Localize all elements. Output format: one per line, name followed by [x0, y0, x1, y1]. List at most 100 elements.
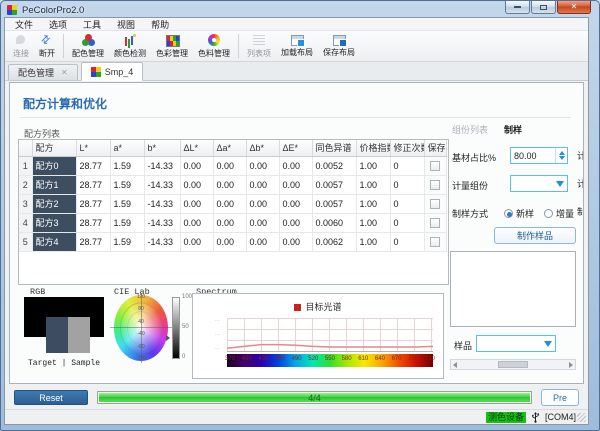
toolbar-button-disconnect[interactable]: 断开	[34, 31, 60, 61]
recipe-name-cell[interactable]: 配方1	[32, 175, 76, 194]
close-button[interactable]: ✕	[557, 1, 591, 14]
toolbar-button-connect[interactable]: 连接	[8, 31, 34, 61]
window-frame-bottom	[1, 425, 599, 430]
maximize-button[interactable]	[531, 1, 556, 14]
wavelength-tick-label: 580	[342, 356, 352, 362]
toolbar-button-save-layout[interactable]: 保存布局	[318, 31, 360, 61]
toolbar-button-load-layout[interactable]: 加载布局	[276, 31, 318, 61]
make-mode-label: 制样方式	[452, 207, 488, 220]
recipe-table-container: 配方 L* a* b* ΔL* Δa* Δb* ΔE* 同色异谱 价格指数 修正…	[18, 139, 449, 285]
value-cell: 0.00	[213, 156, 246, 175]
reset-button[interactable]: Reset	[14, 390, 88, 405]
table-row[interactable]: 1 配方0 28.77 1.59 -14.33 0.00 0.00 0.00 0…	[19, 156, 446, 175]
value-cell: 0.00	[213, 232, 246, 251]
column-header: 保存	[424, 140, 446, 156]
toolbar-separator	[238, 34, 239, 58]
recipe-name-cell[interactable]: 配方0	[32, 156, 76, 175]
save-cell	[424, 213, 446, 232]
scroll-left-icon[interactable]	[453, 362, 457, 368]
menu-bar: 文件选项工具视图帮助	[5, 18, 588, 31]
legend-swatch	[294, 304, 301, 311]
menu-item[interactable]: 视图	[109, 18, 143, 31]
stepper-arrows[interactable]	[555, 148, 567, 163]
value-cell: 0.00	[213, 175, 246, 194]
recipe-name-cell[interactable]: 配方2	[32, 194, 76, 213]
row-index: 4	[19, 213, 32, 232]
menu-item[interactable]: 工具	[75, 18, 109, 31]
toolbar-button-color-match[interactable]: 配色管理	[67, 31, 109, 61]
tab-make-sample[interactable]: 制样	[504, 123, 522, 136]
value-cell: 0.00	[213, 213, 246, 232]
value-cell: 1.59	[110, 232, 144, 251]
component-list-box[interactable]	[450, 251, 576, 327]
scrollbar-thumb[interactable]	[498, 361, 528, 368]
table-row[interactable]: 5 配方4 28.77 1.59 -14.33 0.00 0.00 0.00 0…	[19, 232, 446, 251]
spectrum-x-labels: 370400430460490520550580610640670700730	[225, 356, 435, 362]
value-cell: -14.33	[144, 156, 180, 175]
save-checkbox[interactable]	[430, 237, 440, 247]
tab-smp4[interactable]: Smp_4	[81, 62, 144, 81]
save-checkbox[interactable]	[430, 161, 440, 171]
close-icon: ✕	[571, 3, 578, 11]
menu-item[interactable]: 帮助	[143, 18, 177, 31]
save-cell	[424, 156, 446, 175]
axis-tick-label: -80	[137, 344, 144, 350]
table-row[interactable]: 2 配方1 28.77 1.59 -14.33 0.00 0.00 0.00 0…	[19, 175, 446, 194]
save-cell	[424, 175, 446, 194]
bottom-action-bar: Reset 4/4 Pre	[5, 386, 588, 409]
row-index: 1	[19, 156, 32, 175]
lightness-bar	[172, 297, 180, 359]
radio-new-sample[interactable]: 新样	[504, 207, 534, 220]
wavelength-tick-label: 670	[392, 356, 402, 362]
scroll-right-icon[interactable]	[569, 362, 573, 368]
usb-icon	[531, 412, 540, 423]
menu-item[interactable]: 选项	[41, 18, 75, 31]
column-header: ΔL*	[180, 140, 213, 156]
spectrum-plot-area	[227, 318, 433, 352]
toolbar-button-color-detect[interactable]: 颜色检测	[109, 31, 151, 61]
clipped-label: 制	[577, 205, 584, 218]
toolbar-button-list-items[interactable]: 列表项	[242, 31, 276, 61]
pre-button[interactable]: Pre	[541, 389, 579, 406]
toolbar: 连接 断开 配色管理 颜色检测 色彩管理 色料管理	[5, 31, 588, 62]
radio-icon	[504, 209, 513, 218]
resize-grip[interactable]	[577, 413, 586, 422]
toolbar-button-color-manage[interactable]: 色彩管理	[151, 31, 193, 61]
horizontal-scrollbar[interactable]	[450, 359, 576, 370]
tab-close-icon[interactable]: ✕	[61, 69, 68, 77]
save-checkbox[interactable]	[430, 199, 440, 209]
toolbar-button-pigment-manage[interactable]: 色料管理	[193, 31, 235, 61]
radio-increment[interactable]: 增量	[544, 207, 574, 220]
column-header: 同色异谱	[312, 140, 356, 156]
value-cell: 0	[390, 194, 424, 213]
wavelength-tick-label: 640	[375, 356, 385, 362]
save-cell	[424, 232, 446, 251]
spectrum-legend: 目标光谱	[193, 300, 443, 313]
app-body: 文件选项工具视图帮助 连接 断开 配色管理 颜色检测 色彩管理	[4, 17, 589, 425]
tab-component-list[interactable]: 组份列表	[452, 123, 488, 136]
minimize-icon	[514, 6, 521, 8]
table-row[interactable]: 3 配方2 28.77 1.59 -14.33 0.00 0.00 0.00 0…	[19, 194, 446, 213]
value-cell: 0.00	[180, 156, 213, 175]
save-checkbox[interactable]	[430, 180, 440, 190]
value-cell: 1.59	[110, 175, 144, 194]
radio-icon	[544, 209, 553, 218]
recipe-name-cell[interactable]: 配方4	[32, 232, 76, 251]
make-sample-button[interactable]: 制作样品	[494, 227, 576, 244]
wavelength-tick-label: 550	[325, 356, 335, 362]
sample-making-panel: 组份列表 制样 基材占比% 80.00 计量组份 制样方式 新样 增量 制作样品	[448, 123, 578, 375]
substrate-ratio-stepper[interactable]: 80.00	[510, 147, 568, 164]
menu-item[interactable]: 文件	[7, 18, 41, 31]
column-header: Δb*	[246, 140, 279, 156]
title-bar[interactable]: PeColorPro2.0 ✕	[1, 1, 599, 17]
recipe-name-cell[interactable]: 配方3	[32, 213, 76, 232]
table-row[interactable]: 4 配方3 28.77 1.59 -14.33 0.00 0.00 0.00 0…	[19, 213, 446, 232]
wavelength-tick-label: 400	[242, 356, 252, 362]
metering-component-select[interactable]	[510, 175, 568, 192]
save-checkbox[interactable]	[430, 218, 440, 228]
page-title: 配方计算和优化	[23, 95, 107, 112]
tab-color-match-manage[interactable]: 配色管理 ✕	[8, 64, 78, 80]
value-cell: 1.00	[356, 232, 390, 251]
minimize-button[interactable]	[505, 1, 530, 14]
sample-select[interactable]	[476, 335, 556, 352]
